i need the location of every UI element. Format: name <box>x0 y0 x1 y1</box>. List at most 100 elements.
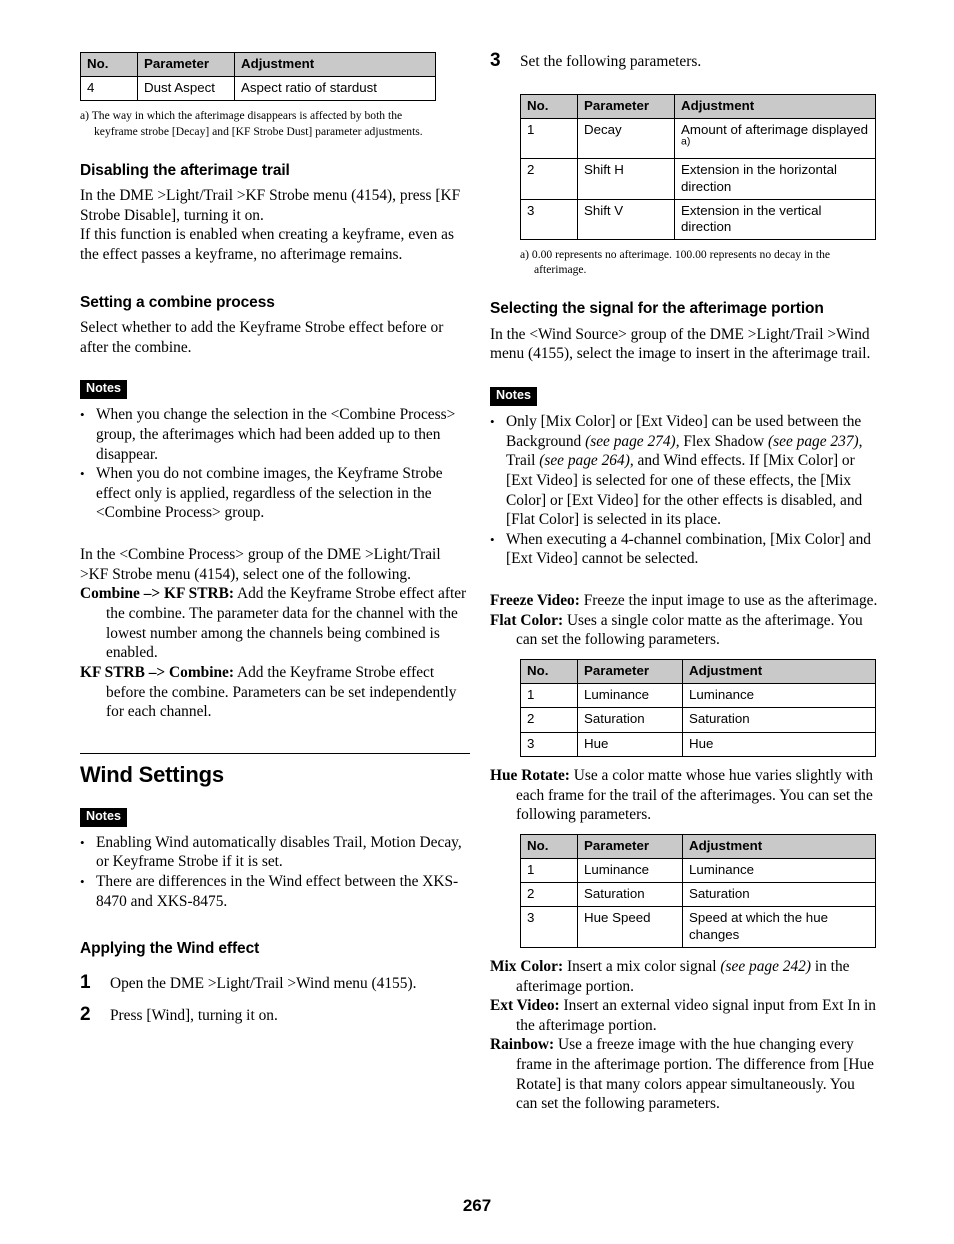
definition-desc: Use a freeze image with the hue changing… <box>516 1036 874 1113</box>
cell-no: 1 <box>520 117 578 160</box>
column-header-adjustment: Adjustment <box>234 51 436 78</box>
column-header-no: No. <box>80 51 138 78</box>
definition-term: Rainbow: <box>490 1036 555 1054</box>
definition-desc: Freeze the input image to use as the aft… <box>579 592 878 610</box>
definition-term: Flat Color: <box>490 611 564 629</box>
table-row: 1 Luminance Luminance <box>520 683 876 709</box>
cell-parameter: Decay <box>577 117 675 160</box>
cell-parameter: Shift V <box>577 198 675 241</box>
list-item: Only [Mix Color] or [Ext Video] can be u… <box>490 412 880 530</box>
heading-applying-wind-effect: Applying the Wind effect <box>80 940 260 958</box>
note-ref: (see page 264) <box>539 452 630 470</box>
cell-adjustment: Extension in the vertical direction <box>674 198 876 241</box>
list-item: Enabling Wind automatically disables Tra… <box>80 833 470 872</box>
cell-parameter: Saturation <box>577 707 683 733</box>
definition-term: Ext Video: <box>490 997 560 1015</box>
column-header-no: No. <box>520 658 578 685</box>
table-header-row: No. Parameter Adjustment <box>520 658 876 685</box>
para-combine-2: In the <Combine Process> group of the DM… <box>80 546 441 583</box>
notes-badge-selecting: Notes <box>490 387 537 406</box>
section-divider <box>80 752 470 754</box>
definition-term: Combine –> KF STRB: <box>80 585 234 603</box>
notes-list-wind: Enabling Wind automatically disables Tra… <box>80 833 470 912</box>
document-page: No. Parameter Adjustment 4 Dust Aspect A… <box>0 0 954 1244</box>
note-text: , Flex Shadow <box>675 432 769 450</box>
footnote-marker: a) <box>681 135 691 148</box>
notes-badge-combine: Notes <box>80 380 127 400</box>
definition-kfstrb-combine: KF STRB –> Combine: Add the Keyframe Str… <box>80 663 470 722</box>
cell-no: 4 <box>80 76 138 102</box>
list-item: When you do not combine images, the Keyf… <box>80 464 470 523</box>
cell-no: 2 <box>520 882 578 908</box>
step-1: 1 Open the DME >Light/Trail >Wind menu (… <box>80 972 470 994</box>
table-row: 2 Shift H Extension in the horizontal di… <box>520 158 876 200</box>
notes-badge-wind: Notes <box>80 807 127 827</box>
table-wind-parameters: No. Parameter Adjustment 1 Decay Amount … <box>520 93 876 241</box>
table-row: 1 Luminance Luminance <box>520 857 876 884</box>
step-3: 3 Set the following parameters. <box>490 50 880 72</box>
cell-adjustment: Saturation <box>682 882 876 908</box>
para-selecting-signal: In the <Wind Source> group of the DME >L… <box>490 325 871 363</box>
column-header-parameter: Parameter <box>137 51 235 78</box>
table-row: 4 Dust Aspect Aspect ratio of stardust <box>80 76 436 102</box>
cell-parameter: Dust Aspect <box>137 76 235 102</box>
table-header-row: No. Parameter Adjustment <box>520 833 876 860</box>
heading-selecting-signal: Selecting the signal for the afterimage … <box>490 300 824 318</box>
footnote-a-right: a) 0.00 represents no afterimage. 100.00… <box>520 248 831 277</box>
definition-flat-color: Flat Color: Uses a single color matte as… <box>490 611 880 650</box>
step-text: Open the DME >Light/Trail >Wind menu (41… <box>110 974 417 992</box>
cell-no: 3 <box>520 731 578 757</box>
definition-ref: (see page 242) <box>720 957 811 975</box>
note-text: When executing a 4-channel combination, … <box>506 530 871 568</box>
step-text: Press [Wind], turning it on. <box>110 1007 278 1025</box>
table-header-row: No. Parameter Adjustment <box>80 51 436 78</box>
cell-adjustment-text: Amount of afterimage displayed <box>681 121 869 137</box>
right-column: 3 Set the following parameters. No. Para… <box>490 50 880 1114</box>
heading-disabling-afterimage-trail: Disabling the afterimage trail <box>80 161 290 179</box>
definition-mix-color: Mix Color: Insert a mix color signal (se… <box>490 957 880 996</box>
page-number: 267 <box>462 1196 492 1215</box>
definition-desc: Insert an external video signal input fr… <box>516 997 876 1034</box>
cell-adjustment: Speed at which the hue changes <box>682 906 876 948</box>
step-text: Set the following parameters. <box>520 53 702 70</box>
definition-term: KF STRB –> Combine: <box>80 663 234 681</box>
cell-parameter: Hue <box>577 731 683 757</box>
definition-desc: Use a color matte whose hue varies sligh… <box>516 766 873 824</box>
column-header-parameter: Parameter <box>577 93 675 119</box>
table-row: 2 Saturation Saturation <box>520 707 876 733</box>
definition-term: Freeze Video: <box>490 592 580 610</box>
left-column: No. Parameter Adjustment 4 Dust Aspect A… <box>80 51 470 1039</box>
cell-parameter: Hue Speed <box>577 906 683 948</box>
cell-parameter: Luminance <box>577 857 683 884</box>
definition-combine-kfstrb: Combine –> KF STRB: Add the Keyframe Str… <box>80 584 470 663</box>
cell-no: 1 <box>520 857 578 884</box>
cell-adjustment: Extension in the horizontal direction <box>674 158 876 200</box>
column-header-adjustment: Adjustment <box>674 93 876 119</box>
column-header-no: No. <box>520 93 578 119</box>
para-disabling-1: In the DME >Light/Trail >KF Strobe menu … <box>80 187 461 224</box>
definition-desc: Insert a mix color signal <box>563 957 721 975</box>
cell-no: 2 <box>520 707 578 733</box>
step-number: 3 <box>490 50 501 71</box>
definition-desc: Uses a single color matte as the afterim… <box>516 611 863 649</box>
step-number: 2 <box>80 1004 91 1026</box>
note-ref: (see page 237) <box>768 432 859 450</box>
cell-no: 3 <box>520 198 578 241</box>
heading-setting-combine-process: Setting a combine process <box>80 293 275 311</box>
note-ref: (see page 274) <box>585 432 676 450</box>
definition-term: Hue Rotate: <box>490 766 570 784</box>
table-hue-rotate: No. Parameter Adjustment 1 Luminance Lum… <box>520 833 876 948</box>
cell-no: 2 <box>520 158 578 200</box>
cell-no: 1 <box>520 683 578 709</box>
cell-adjustment: Aspect ratio of stardust <box>234 76 436 102</box>
column-header-parameter: Parameter <box>577 658 683 685</box>
cell-adjustment: Saturation <box>682 707 876 733</box>
table-flat-color: No. Parameter Adjustment 1 Luminance Lum… <box>520 658 876 757</box>
table-row: 3 Shift V Extension in the vertical dire… <box>520 198 876 241</box>
list-item: There are differences in the Wind effect… <box>80 872 470 911</box>
column-header-adjustment: Adjustment <box>682 658 876 685</box>
heading-wind-settings: Wind Settings <box>80 761 224 787</box>
column-header-adjustment: Adjustment <box>682 833 876 860</box>
para-combine-1: Select whether to add the Keyframe Strob… <box>80 319 444 356</box>
list-item: When executing a 4-channel combination, … <box>490 530 880 569</box>
